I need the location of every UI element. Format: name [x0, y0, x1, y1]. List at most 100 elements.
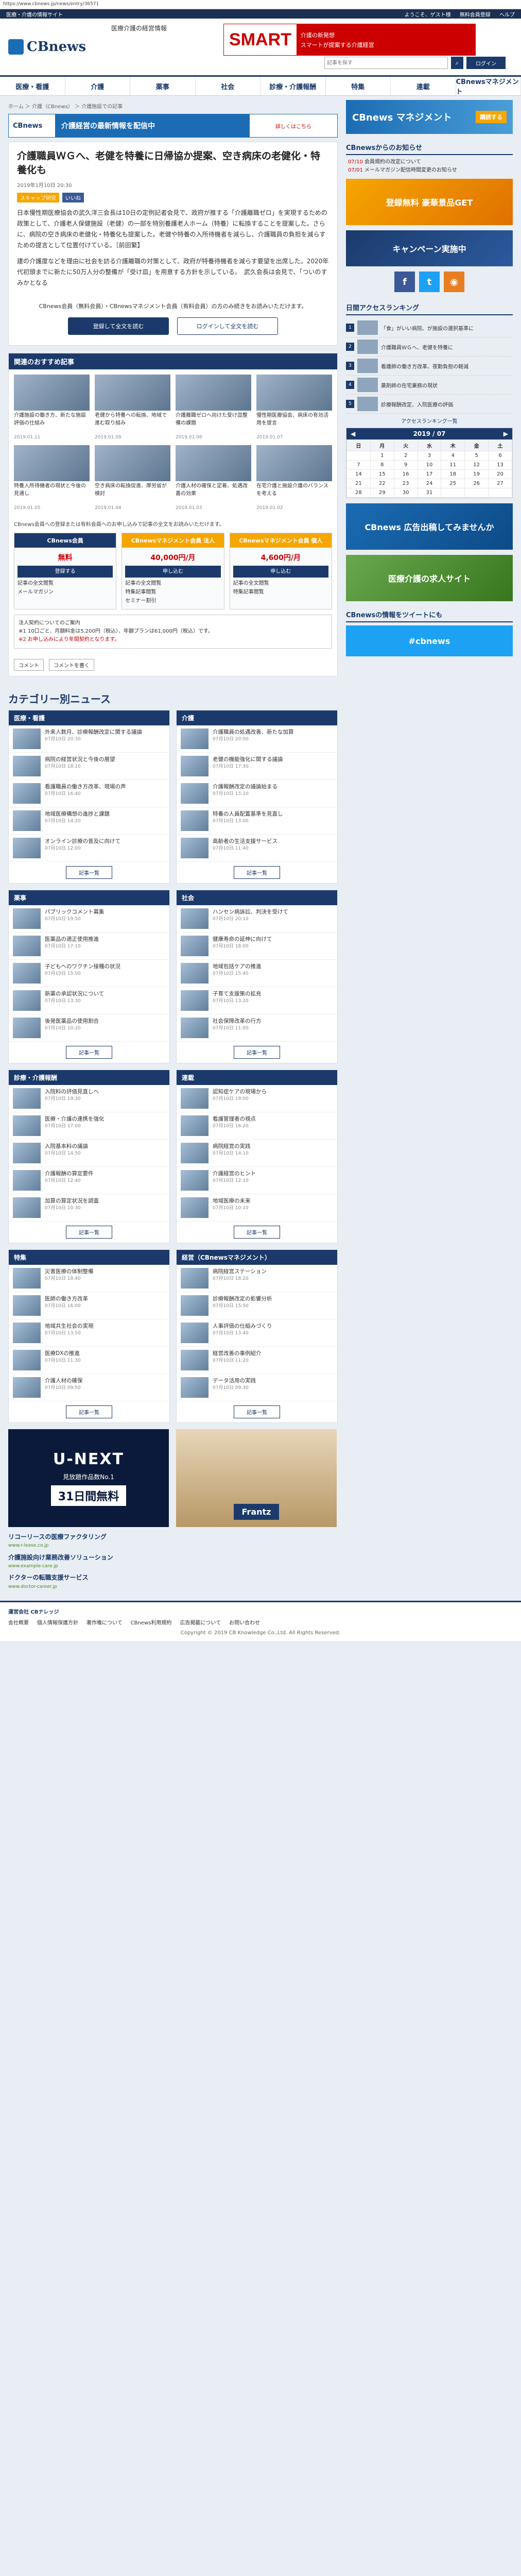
category-news-item[interactable]: 介護報酬の算定要件 07月10日 12:40: [9, 1167, 169, 1195]
category-news-item[interactable]: 地域包括ケアの推進 07月10日 15:40: [177, 960, 337, 988]
nav-item-series[interactable]: 連載: [391, 77, 456, 95]
category-news-item[interactable]: 看護管理者の視点 07月10日 16:20: [177, 1112, 337, 1140]
url-bar[interactable]: https://www.cbnews.jp/news/entry/36571: [0, 0, 521, 9]
unext-ad[interactable]: U-NEXT 見放題作品数No.1 31日間無料: [8, 1429, 169, 1528]
calendar-day[interactable]: 11: [441, 460, 465, 470]
category-news-item[interactable]: 介護経営のヒント 07月10日 12:10: [177, 1167, 337, 1195]
calendar-day[interactable]: 9: [393, 460, 418, 470]
category-more-button[interactable]: 記事一覧: [234, 866, 280, 879]
calendar-day[interactable]: 29: [370, 488, 394, 498]
article-tag[interactable]: スキャップ研究: [17, 193, 59, 203]
calendar-day[interactable]: 14: [346, 469, 371, 479]
category-more-button[interactable]: 記事一覧: [66, 1226, 112, 1239]
category-news-item[interactable]: 介護職員の処遇改善、新たな加算 07月10日 20:00: [177, 725, 337, 753]
category-news-item[interactable]: 認知症ケアの現場から 07月10日 19:00: [177, 1085, 337, 1113]
text-ad[interactable]: ドクターの転職支援サービス www.doctor-career.jp: [8, 1573, 338, 1590]
notice-banner[interactable]: CBnews 介護経営の最新情報を配信中 詳しくはこちら: [8, 114, 338, 138]
recommend-item[interactable]: 特養入所待機者の現状と今後の見通し 2019.01.05: [14, 445, 90, 511]
search-input[interactable]: [324, 57, 448, 69]
like-button[interactable]: いいね: [62, 193, 84, 203]
movie-ad[interactable]: Frantz: [176, 1429, 337, 1528]
login-button[interactable]: ログイン: [466, 57, 506, 69]
recommend-item[interactable]: 老健から特養への転換、地域で進む取り組み 2019.01.09: [95, 375, 170, 440]
calendar-day[interactable]: 27: [488, 479, 512, 488]
sidebar-management-ad[interactable]: CBnews マネジメント 購読する: [346, 100, 513, 134]
calendar-day[interactable]: 30: [393, 488, 418, 498]
notice-banner-link[interactable]: 詳しくはこちら: [250, 122, 337, 130]
twitter-icon[interactable]: t: [419, 272, 440, 292]
ranking-item[interactable]: 1 「食」がいい病院、が施設の選択基準に: [346, 318, 513, 337]
category-more-button[interactable]: 記事一覧: [234, 1405, 280, 1419]
login-read-button[interactable]: ログインして全文を読む: [177, 317, 278, 335]
nav-item-management[interactable]: CBnewsマネジメント: [456, 77, 521, 96]
text-ad[interactable]: 介護施設向け業務改善ソリューション www.example-care.jp: [8, 1553, 338, 1570]
category-news-item[interactable]: 災害医療の体制整備 07月10日 18:40: [9, 1265, 169, 1293]
category-news-item[interactable]: 医師の働き方改革 07月10日 16:00: [9, 1292, 169, 1320]
category-news-item[interactable]: 医薬品の適正使用推進 07月10日 17:10: [9, 933, 169, 960]
footer-link[interactable]: CBnews利用規約: [131, 1618, 172, 1626]
category-news-item[interactable]: 新薬の承認状況について 07月10日 13:30: [9, 987, 169, 1015]
category-news-item[interactable]: 病院経営の実践 07月10日 14:10: [177, 1140, 337, 1167]
category-news-item[interactable]: 社会保障改革の行方 07月10日 11:00: [177, 1014, 337, 1042]
calendar-day[interactable]: 10: [417, 460, 442, 470]
category-news-item[interactable]: 入院料の評価見直しへ 07月10日 19:30: [9, 1085, 169, 1113]
help-link[interactable]: ヘルプ: [499, 12, 515, 18]
calendar-day[interactable]: 5: [464, 451, 489, 461]
calendar-day[interactable]: 19: [464, 469, 489, 479]
rss-icon[interactable]: ◉: [444, 272, 464, 292]
category-news-item[interactable]: 老健の機能強化に関する議論 07月10日 17:30: [177, 753, 337, 781]
search-button[interactable]: ⌕: [451, 57, 463, 69]
recommend-item[interactable]: 慢性期医療協会、病床の有効活用を提言 2019.01.07: [256, 375, 332, 440]
text-ad[interactable]: リコーリースの医療ファクタリング www.r-lease.co.jp: [8, 1532, 338, 1550]
ranking-more-link[interactable]: アクセスランキング一覧: [346, 414, 513, 428]
calendar-day[interactable]: 26: [464, 479, 489, 488]
category-news-item[interactable]: 入院基本料の議論 07月10日 14:50: [9, 1140, 169, 1167]
comment-button[interactable]: コメント: [14, 659, 44, 671]
category-news-item[interactable]: 特養の人員配置基準を見直し 07月10日 13:00: [177, 807, 337, 835]
calendar-day[interactable]: 22: [370, 479, 394, 488]
calendar-day[interactable]: 13: [488, 460, 512, 470]
gift-banner[interactable]: 登録無料 豪華景品GET: [346, 179, 513, 225]
category-news-item[interactable]: 医療・介護の連携を強化 07月10日 17:00: [9, 1112, 169, 1140]
calendar-next-icon[interactable]: ▶: [503, 430, 508, 437]
category-news-item[interactable]: 外来人数月、診療報酬改定に関する議論 07月10日 20:30: [9, 725, 169, 753]
nav-item-care[interactable]: 介護: [65, 77, 130, 95]
calendar-day[interactable]: 31: [417, 488, 442, 498]
nav-item-pharma[interactable]: 薬事: [130, 77, 196, 95]
footer-link[interactable]: 広告掲載について: [180, 1618, 221, 1626]
category-more-button[interactable]: 記事一覧: [66, 1046, 112, 1059]
calendar-day[interactable]: 15: [370, 469, 394, 479]
footer-link[interactable]: 著作権について: [86, 1618, 123, 1626]
category-news-item[interactable]: データ活用の実践 07月10日 09:30: [177, 1374, 337, 1402]
ranking-item[interactable]: 4 薬剤師の在宅業務の現状: [346, 376, 513, 395]
calendar-day[interactable]: 1: [370, 451, 394, 461]
ad-placement-banner[interactable]: CBnews 広告出稿してみませんか: [346, 503, 513, 550]
recommend-item[interactable]: 在宅介護と施設介護のバランスを考える 2019.01.02: [256, 445, 332, 511]
category-news-item[interactable]: 子育て支援策の拡充 07月10日 13:20: [177, 987, 337, 1015]
ranking-item[interactable]: 3 看護師の働き方改革、夜勤負担の軽減: [346, 357, 513, 376]
facebook-comment-button[interactable]: コメントを書く: [49, 659, 94, 671]
calendar-day[interactable]: 23: [393, 479, 418, 488]
category-news-item[interactable]: 医療DXの推進 07月10日 11:30: [9, 1347, 169, 1375]
calendar-day[interactable]: 4: [441, 451, 465, 461]
sidebar-ad-button[interactable]: 購読する: [476, 111, 507, 123]
category-news-item[interactable]: 経営改善の事例紹介 07月10日 11:20: [177, 1347, 337, 1375]
footer-link[interactable]: お問い合わせ: [229, 1618, 260, 1626]
recommend-item[interactable]: 空き病床の転換促進、厚労省が検討 2019.01.04: [95, 445, 170, 511]
calendar-day[interactable]: 24: [417, 479, 442, 488]
calendar-day[interactable]: 16: [393, 469, 418, 479]
category-news-item[interactable]: 地域医療構想の進捗と課題 07月10日 14:20: [9, 807, 169, 835]
nav-item-fees[interactable]: 診療・介護報酬: [260, 77, 326, 95]
calendar-day[interactable]: 21: [346, 479, 371, 488]
calendar-day[interactable]: 18: [441, 469, 465, 479]
campaign-banner[interactable]: キャンペーン実施中: [346, 230, 513, 266]
category-news-item[interactable]: 介護人材の確保 07月10日 09:50: [9, 1374, 169, 1402]
calendar-day[interactable]: 12: [464, 460, 489, 470]
category-more-button[interactable]: 記事一覧: [66, 866, 112, 879]
site-logo[interactable]: CBnews: [8, 24, 111, 70]
category-news-item[interactable]: 介護報酬改定の議論始まる 07月10日 15:10: [177, 780, 337, 808]
category-news-item[interactable]: 健康寿命の延伸に向けて 07月10日 18:00: [177, 933, 337, 960]
ranking-item[interactable]: 5 診療報酬改定、入院医療の評価: [346, 395, 513, 414]
ranking-item[interactable]: 2 介護職員ＷＧへ、老健を特養に: [346, 337, 513, 357]
plan-button[interactable]: 申し込む: [233, 566, 328, 578]
